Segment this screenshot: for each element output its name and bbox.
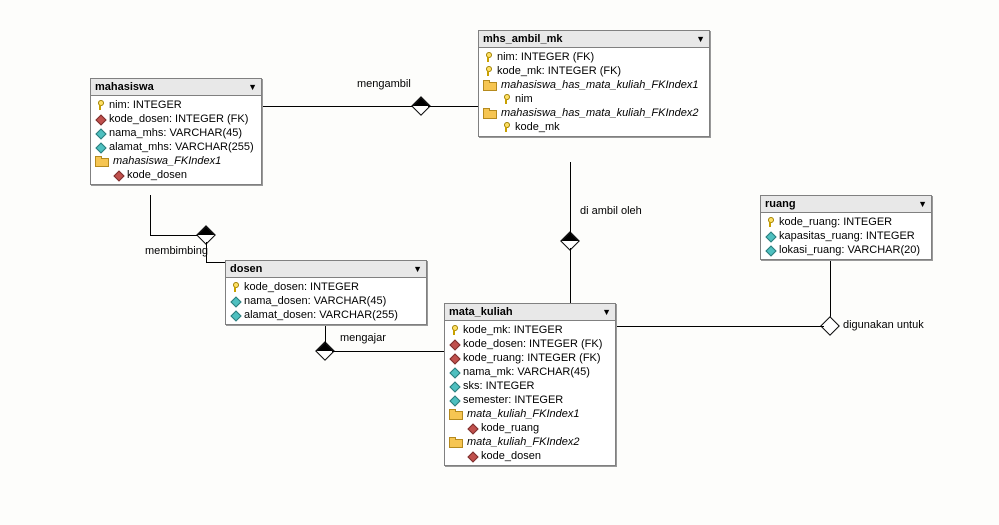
table-column: nama_mk: VARCHAR(45) <box>445 365 615 379</box>
connector-line <box>570 162 571 240</box>
connector-line <box>332 351 444 352</box>
table-index: mata_kuliah_FKIndex2 <box>445 435 615 449</box>
connector-line <box>570 248 571 303</box>
table-header[interactable]: mahasiswa ▼ <box>91 79 261 96</box>
column-icon <box>95 142 105 152</box>
table-column: alamat_dosen: VARCHAR(255) <box>226 308 426 322</box>
table-column: lokasi_ruang: VARCHAR(20) <box>761 243 931 257</box>
table-header[interactable]: mhs_ambil_mk ▼ <box>479 31 709 48</box>
table-ruang[interactable]: ruang ▼ kode_ruang: INTEGER kapasitas_ru… <box>760 195 932 260</box>
folder-icon <box>449 437 463 447</box>
table-title: mahasiswa <box>95 81 154 93</box>
key-icon <box>501 122 511 132</box>
key-icon <box>449 325 459 335</box>
table-index-col: kode_dosen <box>91 168 261 182</box>
table-title: ruang <box>765 198 796 210</box>
column-icon <box>230 296 240 306</box>
table-body: nim: INTEGER kode_dosen: INTEGER (FK) na… <box>91 96 261 184</box>
table-column: kode_mk: INTEGER (FK) <box>479 64 709 78</box>
table-index-col: kode_dosen <box>445 449 615 463</box>
table-index: mahasiswa_FKIndex1 <box>91 154 261 168</box>
relationship-label-mengajar: mengajar <box>340 332 386 344</box>
table-column: kapasitas_ruang: INTEGER <box>761 229 931 243</box>
table-header[interactable]: dosen ▼ <box>226 261 426 278</box>
table-index-col: kode_mk <box>479 120 709 134</box>
table-title: dosen <box>230 263 262 275</box>
fk-icon <box>467 423 477 433</box>
table-column: semester: INTEGER <box>445 393 615 407</box>
table-title: mata_kuliah <box>449 306 513 318</box>
key-icon <box>95 100 105 110</box>
table-mahasiswa[interactable]: mahasiswa ▼ nim: INTEGER kode_dosen: INT… <box>90 78 262 185</box>
table-column: nama_dosen: VARCHAR(45) <box>226 294 426 308</box>
connector-line <box>260 106 420 107</box>
table-column: kode_dosen: INTEGER <box>226 280 426 294</box>
table-index-col: nim <box>479 92 709 106</box>
table-column: kode_mk: INTEGER <box>445 323 615 337</box>
connector-line <box>150 195 151 235</box>
relationship-label-membimbing: membimbing <box>145 245 208 257</box>
table-column: kode_ruang: INTEGER <box>761 215 931 229</box>
table-index: mahasiswa_has_mata_kuliah_FKIndex1 <box>479 78 709 92</box>
table-column: kode_ruang: INTEGER (FK) <box>445 351 615 365</box>
key-icon <box>230 282 240 292</box>
relationship-label-mengambil: mengambil <box>357 78 411 90</box>
table-title: mhs_ambil_mk <box>483 33 562 45</box>
fk-icon <box>113 170 123 180</box>
dropdown-icon[interactable]: ▼ <box>413 264 422 274</box>
folder-icon <box>95 156 109 166</box>
fk-icon <box>467 451 477 461</box>
key-icon <box>483 52 493 62</box>
column-icon <box>765 245 775 255</box>
relationship-label-di-ambil-oleh: di ambil oleh <box>580 205 642 217</box>
dropdown-icon[interactable]: ▼ <box>248 82 257 92</box>
table-body: kode_mk: INTEGER kode_dosen: INTEGER (FK… <box>445 321 615 465</box>
table-column: kode_dosen: INTEGER (FK) <box>445 337 615 351</box>
relationship-label-digunakan-untuk: digunakan untuk <box>843 319 924 331</box>
connector-line <box>428 106 478 107</box>
table-header[interactable]: ruang ▼ <box>761 196 931 213</box>
table-index: mata_kuliah_FKIndex1 <box>445 407 615 421</box>
fk-icon <box>449 339 459 349</box>
key-icon <box>483 66 493 76</box>
column-icon <box>449 381 459 391</box>
dropdown-icon[interactable]: ▼ <box>696 34 705 44</box>
fk-icon <box>95 114 105 124</box>
folder-icon <box>483 108 497 118</box>
connector-line <box>830 258 831 325</box>
key-icon <box>765 217 775 227</box>
connector-line <box>206 262 226 263</box>
column-icon <box>449 395 459 405</box>
table-mhs-ambil-mk[interactable]: mhs_ambil_mk ▼ nim: INTEGER (FK) kode_mk… <box>478 30 710 137</box>
table-column: nama_mhs: VARCHAR(45) <box>91 126 261 140</box>
table-body: nim: INTEGER (FK) kode_mk: INTEGER (FK) … <box>479 48 709 136</box>
table-index-col: kode_ruang <box>445 421 615 435</box>
table-index: mahasiswa_has_mata_kuliah_FKIndex2 <box>479 106 709 120</box>
table-column: alamat_mhs: VARCHAR(255) <box>91 140 261 154</box>
table-body: kode_dosen: INTEGER nama_dosen: VARCHAR(… <box>226 278 426 324</box>
table-header[interactable]: mata_kuliah ▼ <box>445 304 615 321</box>
key-icon <box>501 94 511 104</box>
column-icon <box>765 231 775 241</box>
fk-icon <box>449 353 459 363</box>
table-body: kode_ruang: INTEGER kapasitas_ruang: INT… <box>761 213 931 259</box>
connector-line <box>614 326 824 327</box>
column-icon <box>95 128 105 138</box>
folder-icon <box>449 409 463 419</box>
column-icon <box>449 367 459 377</box>
dropdown-icon[interactable]: ▼ <box>918 199 927 209</box>
table-dosen[interactable]: dosen ▼ kode_dosen: INTEGER nama_dosen: … <box>225 260 427 325</box>
column-icon <box>230 310 240 320</box>
table-column: nim: INTEGER <box>91 98 261 112</box>
folder-icon <box>483 80 497 90</box>
table-column: sks: INTEGER <box>445 379 615 393</box>
table-mata-kuliah[interactable]: mata_kuliah ▼ kode_mk: INTEGER kode_dose… <box>444 303 616 466</box>
dropdown-icon[interactable]: ▼ <box>602 307 611 317</box>
table-column: kode_dosen: INTEGER (FK) <box>91 112 261 126</box>
table-column: nim: INTEGER (FK) <box>479 50 709 64</box>
